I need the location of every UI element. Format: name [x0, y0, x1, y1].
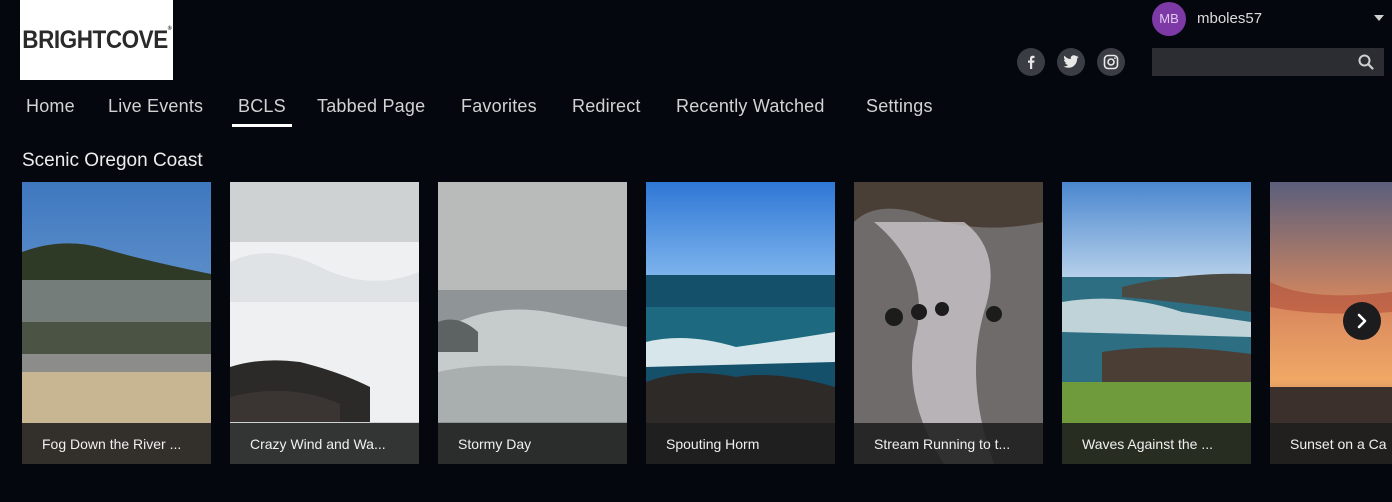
video-title: Sunset on a Ca [1270, 423, 1392, 464]
video-card[interactable]: Spouting Horm [646, 182, 835, 464]
username[interactable]: mboles57 [1197, 10, 1262, 27]
video-card[interactable]: Stormy Day [438, 182, 627, 464]
nav-item-recently-watched[interactable]: Recently Watched [676, 96, 825, 117]
video-card[interactable]: Stream Running to t... [854, 182, 1043, 464]
video-card[interactable]: Waves Against the ... [1062, 182, 1251, 464]
logo-text: BRIGHTCOVE® [21, 25, 172, 54]
search-icon[interactable] [1358, 54, 1374, 75]
nav-item-live-events[interactable]: Live Events [108, 96, 203, 117]
nav-item-bcls[interactable]: BCLS [232, 96, 292, 127]
video-title: Fog Down the River ... [22, 423, 211, 464]
nav-item-settings[interactable]: Settings [866, 96, 933, 117]
user-menu[interactable]: MB mboles57 [1152, 0, 1384, 37]
caret-down-icon[interactable] [1374, 15, 1384, 21]
search-box[interactable] [1152, 48, 1384, 76]
section-title: Scenic Oregon Coast [22, 150, 203, 171]
video-title: Waves Against the ... [1062, 423, 1251, 464]
video-thumbnail [438, 182, 627, 464]
video-card[interactable]: Crazy Wind and Wa... [230, 182, 419, 464]
nav-item-favorites[interactable]: Favorites [461, 96, 537, 117]
video-thumbnail [230, 182, 419, 464]
video-thumbnail [854, 182, 1043, 464]
avatar[interactable]: MB [1152, 1, 1186, 36]
video-thumbnail [1062, 182, 1251, 464]
brightcove-logo[interactable]: BRIGHTCOVE® [20, 0, 173, 80]
video-card[interactable]: Fog Down the River ... [22, 182, 211, 464]
video-thumbnail [22, 182, 211, 464]
carousel-next-button[interactable] [1343, 302, 1381, 340]
twitter-icon[interactable] [1057, 48, 1085, 76]
video-title: Spouting Horm [646, 423, 835, 464]
nav-item-redirect[interactable]: Redirect [572, 96, 641, 117]
video-title: Crazy Wind and Wa... [230, 423, 419, 464]
video-title: Stream Running to t... [854, 423, 1043, 464]
nav-item-tabbed-page[interactable]: Tabbed Page [317, 96, 425, 117]
chevron-right-icon [1357, 313, 1367, 329]
facebook-icon[interactable] [1017, 48, 1045, 76]
video-title: Stormy Day [438, 423, 627, 464]
nav-item-home[interactable]: Home [26, 96, 75, 117]
search-input[interactable] [1152, 48, 1352, 76]
video-thumbnail [646, 182, 835, 464]
instagram-icon[interactable] [1097, 48, 1125, 76]
